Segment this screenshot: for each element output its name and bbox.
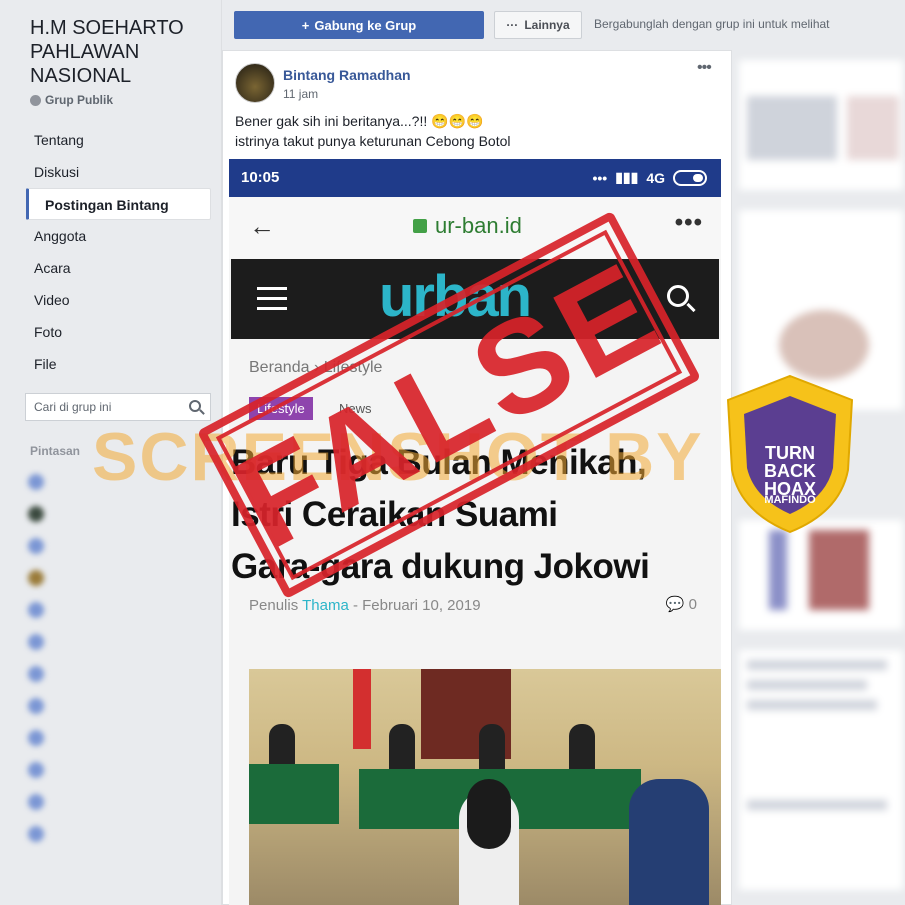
courtroom-photo xyxy=(249,669,721,905)
shortcut-item[interactable] xyxy=(28,658,210,690)
back-arrow-icon: ← xyxy=(249,211,275,241)
person-shape xyxy=(389,724,415,770)
shortcut-item[interactable] xyxy=(28,530,210,562)
browser-url: ur-ban.id xyxy=(413,213,522,239)
join-group-button[interactable]: + Gabung ke Grup xyxy=(234,11,484,39)
meta-date: - Februari 10, 2019 xyxy=(352,597,481,614)
nav-item-video[interactable]: Video xyxy=(26,284,211,316)
status-dots-icon: ••• xyxy=(592,169,608,186)
blurred-card xyxy=(739,520,903,630)
shortcut-item[interactable] xyxy=(28,754,210,786)
nav-item-postingan-bintang[interactable]: Postingan Bintang xyxy=(26,188,211,220)
person-shape xyxy=(467,779,511,849)
comment-count: 💬 0 xyxy=(666,595,697,613)
post-text-line: Bener gak sih ini beritanya...?!! 😁😁😁 xyxy=(235,113,484,129)
person-shape xyxy=(479,724,505,770)
nav-item-anggota[interactable]: Anggota xyxy=(26,220,211,252)
shortcuts-list-blurred xyxy=(28,466,210,850)
signal-icon: ▮▮▮ xyxy=(615,169,639,185)
badge-bottom-text: MAFINDO xyxy=(764,494,816,506)
flag-shape xyxy=(353,669,371,749)
browser-menu-icon: ••• xyxy=(674,209,703,236)
nav-item-tentang[interactable]: Tentang xyxy=(26,124,211,156)
status-time: 10:05 xyxy=(241,169,280,186)
comment-count-value: 0 xyxy=(688,596,697,613)
status-icons: ••• ▮▮▮ 4G xyxy=(592,169,707,186)
join-hint: Bergabunglah dengan grup ini untuk melih… xyxy=(594,17,830,31)
shortcut-item[interactable] xyxy=(28,562,210,594)
group-icon xyxy=(28,826,44,842)
search-placeholder: Cari di grup ini xyxy=(34,400,112,414)
post-text: Bener gak sih ini beritanya...?!! 😁😁😁 is… xyxy=(235,111,715,151)
desk-shape xyxy=(249,764,339,824)
article-meta: Penulis Thama - Februari 10, 2019 xyxy=(249,597,481,614)
shortcut-item[interactable] xyxy=(28,498,210,530)
more-label: Lainnya xyxy=(524,18,570,32)
group-title[interactable]: H.M SOEHARTO PAHLAWAN NASIONAL xyxy=(30,16,210,88)
url-text: ur-ban.id xyxy=(435,213,522,238)
plus-icon: + xyxy=(301,17,310,33)
shortcut-item[interactable] xyxy=(28,786,210,818)
group-icon xyxy=(28,698,44,714)
ellipsis-icon: ··· xyxy=(506,18,519,32)
group-icon xyxy=(28,474,44,490)
nav-item-diskusi[interactable]: Diskusi xyxy=(26,156,211,188)
lock-icon xyxy=(413,219,427,233)
group-nav: Tentang Diskusi Postingan Bintang Anggot… xyxy=(26,124,211,380)
more-button[interactable]: ··· Lainnya xyxy=(494,11,582,39)
badge-main-text: TURN BACK HOAX xyxy=(763,443,816,499)
post-text-line: istrinya takut punya keturunan Cebong Bo… xyxy=(235,133,511,149)
battery-icon xyxy=(673,169,707,186)
author-avatar[interactable] xyxy=(235,63,275,103)
search-icon[interactable] xyxy=(189,400,201,412)
comment-icon: 💬 xyxy=(665,596,685,613)
nav-item-file[interactable]: File xyxy=(26,348,211,380)
group-search-input[interactable]: Cari di grup ini xyxy=(25,393,211,421)
meta-author: Thama xyxy=(302,597,349,614)
group-type: Grup Publik xyxy=(30,93,113,107)
group-icon xyxy=(28,634,44,650)
group-action-bar: + Gabung ke Grup ··· Lainnya Bergabungla… xyxy=(222,0,905,50)
group-icon xyxy=(28,602,44,618)
group-icon xyxy=(28,730,44,746)
shortcuts-label: Pintasan xyxy=(30,444,81,458)
group-icon xyxy=(28,570,44,586)
post-timestamp[interactable]: 11 jam xyxy=(283,87,318,101)
meta-prefix: Penulis xyxy=(249,597,299,614)
group-icon xyxy=(28,506,44,522)
group-icon xyxy=(28,538,44,554)
facebook-group-page: H.M SOEHARTO PAHLAWAN NASIONAL Grup Publ… xyxy=(0,0,905,905)
shortcut-item[interactable] xyxy=(28,722,210,754)
shortcut-item[interactable] xyxy=(28,818,210,850)
shortcut-item[interactable] xyxy=(28,690,210,722)
group-type-label: Grup Publik xyxy=(45,93,114,107)
group-icon xyxy=(28,666,44,682)
join-group-label: Gabung ke Grup xyxy=(314,17,417,33)
globe-icon xyxy=(30,94,41,106)
nav-item-foto[interactable]: Foto xyxy=(26,316,211,348)
shortcut-item[interactable] xyxy=(28,594,210,626)
shortcut-item[interactable] xyxy=(28,626,210,658)
group-icon xyxy=(28,794,44,810)
nav-item-acara[interactable]: Acara xyxy=(26,252,211,284)
mafindo-badge: TURN BACK HOAX MAFINDO xyxy=(722,374,858,534)
post-options-icon[interactable]: ••• xyxy=(697,59,712,77)
blurred-card xyxy=(739,650,903,890)
person-shape xyxy=(629,779,709,905)
browser-url-bar: ← ur-ban.id ••• xyxy=(229,197,721,259)
network-label: 4G xyxy=(646,169,665,186)
group-icon xyxy=(28,762,44,778)
blurred-card xyxy=(739,60,903,190)
person-shape xyxy=(569,724,595,770)
hamburger-menu-icon xyxy=(257,287,287,317)
search-icon xyxy=(667,285,689,307)
phone-status-bar: 10:05 ••• ▮▮▮ 4G xyxy=(229,159,721,197)
post-author[interactable]: Bintang Ramadhan xyxy=(283,67,411,83)
